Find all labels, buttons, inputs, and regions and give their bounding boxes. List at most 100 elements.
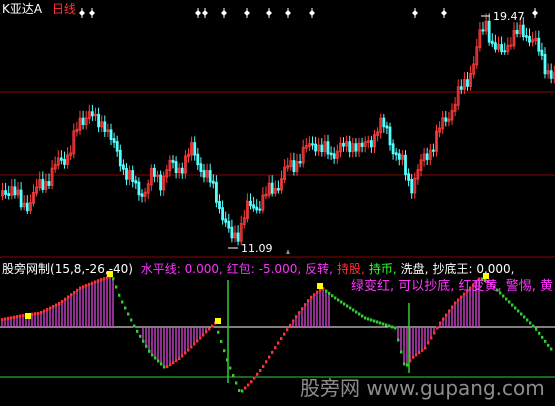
indicator-point [376, 320, 379, 324]
indicator-point [223, 349, 226, 353]
indicator-point [514, 306, 517, 310]
indicator-point [76, 288, 79, 292]
indicator-point [346, 304, 349, 308]
indicator-point [139, 334, 142, 338]
indicator-point [13, 315, 16, 319]
indicator-point [193, 342, 196, 346]
indicator-point [73, 291, 76, 294]
candle-body [360, 142, 364, 147]
candle-body [199, 163, 203, 172]
indicator-point [268, 355, 271, 359]
indicator-point [355, 310, 358, 314]
candle-body [500, 44, 504, 53]
indicator-point [172, 361, 175, 365]
indicator-point [4, 317, 7, 321]
indicator-point [154, 356, 157, 360]
indicator-point [127, 312, 130, 316]
indicator-point [34, 312, 37, 316]
indicator-point [256, 372, 259, 376]
indicator-legend-item: 反转, [305, 262, 333, 276]
diamond-marker-icon [441, 8, 447, 18]
indicator-point [430, 336, 433, 340]
indicator-point [307, 299, 310, 303]
indicator-point [130, 318, 133, 322]
candle-body [320, 144, 324, 152]
indicator-point [184, 351, 187, 355]
indicator-point [424, 346, 427, 350]
indicator-point [64, 297, 67, 301]
candle-body [7, 193, 11, 196]
indicator-point [397, 338, 400, 342]
candle-body [115, 141, 119, 152]
indicator-point [400, 350, 403, 354]
indicator-point [271, 350, 274, 354]
indicator-point [520, 312, 523, 316]
indicator-point [208, 327, 211, 331]
peak-warning-marker [25, 313, 31, 319]
indicator-point [367, 317, 370, 321]
indicator-point [148, 349, 151, 353]
indicator-point [46, 308, 49, 311]
indicator-point [415, 353, 418, 357]
candle-body [404, 154, 407, 176]
indicator-point [202, 333, 205, 337]
indicator-point [265, 360, 268, 364]
candle-body [249, 200, 252, 207]
indicator-legend-item: 持股, [336, 262, 365, 276]
candle-body [230, 226, 234, 239]
candle-body [202, 170, 206, 178]
indicator-point [337, 298, 340, 302]
indicator-point [547, 343, 550, 347]
candle-body [109, 129, 113, 140]
indicator-point [316, 290, 319, 294]
indicator-point [124, 306, 127, 310]
indicator-point [175, 359, 178, 363]
candle-body [540, 49, 544, 56]
candle-body [487, 20, 491, 43]
peak-warning-marker [215, 318, 221, 324]
price-chart-panel[interactable]: 19.47 11.09 [0, 0, 555, 258]
indicator-point [91, 281, 94, 285]
candle-body [342, 142, 345, 147]
indicator-point [151, 353, 154, 357]
candle-body [193, 142, 197, 156]
indicator-point [358, 312, 361, 316]
candle-body [258, 208, 262, 211]
candle-body [459, 86, 463, 90]
candle-body [91, 111, 94, 117]
indicator-point [262, 364, 265, 368]
indicator-point [331, 294, 334, 298]
indicator-point [247, 383, 250, 387]
indicator-point [295, 315, 298, 319]
candle-body [425, 153, 429, 160]
indicator-point [88, 282, 91, 286]
candle-body [47, 181, 51, 186]
indicator-point [199, 336, 202, 340]
indicator-point [544, 339, 547, 343]
candle-body [118, 149, 122, 167]
candle-body [63, 158, 66, 165]
diamond-marker-icon [309, 8, 315, 18]
indicator-point [52, 305, 55, 308]
signal-markers [79, 8, 538, 18]
indicator-point [22, 314, 25, 318]
candle-body [481, 29, 485, 32]
cursor-triangle-icon [286, 249, 290, 254]
indicator-point [313, 293, 316, 297]
indicator-point [94, 280, 97, 284]
indicator-point [166, 365, 169, 369]
indicator-point [325, 289, 328, 293]
indicator-point [505, 297, 508, 301]
indicator-point [55, 303, 58, 307]
indicator-point [283, 332, 286, 336]
candle-body [134, 180, 138, 184]
candle-body [4, 190, 7, 195]
candle-body [19, 189, 23, 208]
indicator-point [190, 345, 193, 349]
candle-body [466, 79, 469, 87]
candle-body [196, 153, 200, 166]
indicator-point [157, 359, 160, 363]
diamond-marker-icon [89, 8, 95, 18]
indicator-point [10, 316, 13, 320]
indicator-point [538, 331, 541, 335]
